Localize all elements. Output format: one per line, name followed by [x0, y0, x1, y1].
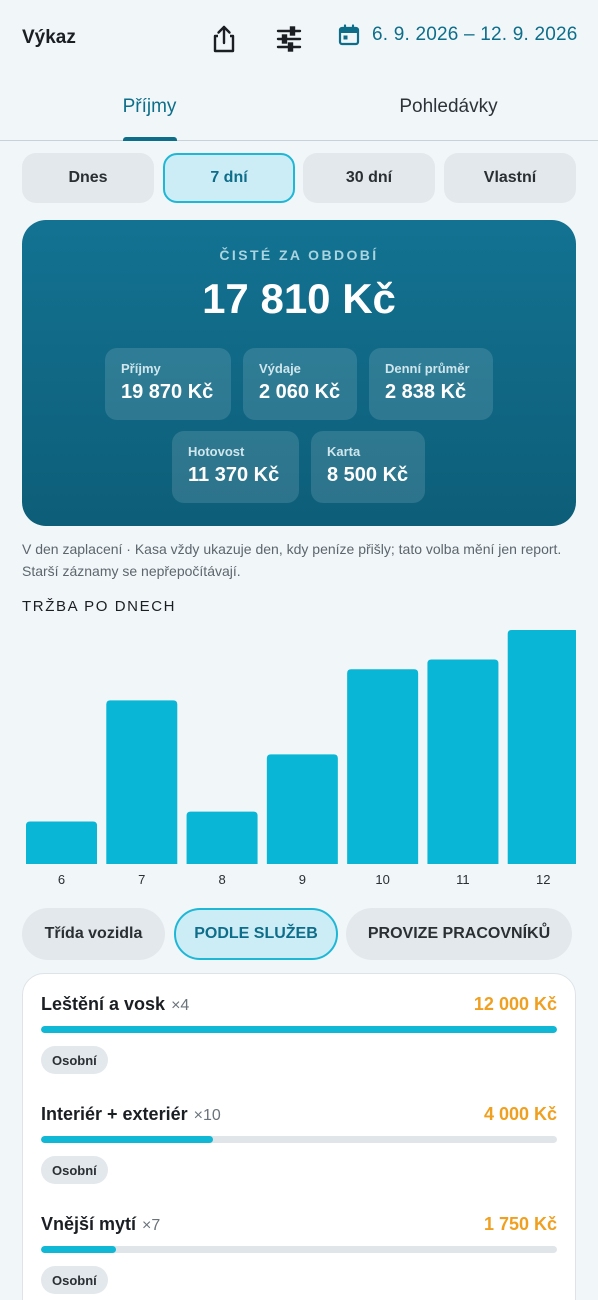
- list-item[interactable]: Leštění a vosk ×4 12 000 Kč Osobní: [41, 974, 557, 1074]
- stat-value: 11 370 Kč: [188, 464, 280, 486]
- chart-bar-12[interactable]: [507, 630, 576, 864]
- service-progress-bar: [41, 1136, 557, 1143]
- top-bar: Výkaz 6. 9. 2026 – 12. 9. 2026: [0, 0, 598, 78]
- service-progress-fill: [41, 1026, 557, 1033]
- date-range-text: 6. 9. 2026 – 12. 9. 2026: [372, 24, 578, 45]
- report-note: V den zaplacení · Kasa vždy ukazuje den,…: [22, 541, 562, 579]
- stat-label: Výdaje: [259, 361, 301, 376]
- chart-tick-label: 6: [58, 872, 65, 887]
- vehicle-class-tag: Osobní: [41, 1046, 108, 1074]
- share-icon: [213, 25, 235, 53]
- stat-label: Příjmy: [121, 361, 161, 376]
- list-item[interactable]: Interiér + exteriér ×10 4 000 Kč Osobní: [41, 1084, 557, 1184]
- services-list: Leštění a vosk ×4 12 000 Kč Osobní Interi…: [22, 973, 576, 1300]
- stat-label: Hotovost: [188, 444, 245, 459]
- share-button[interactable]: [207, 22, 241, 56]
- chart-bar-8[interactable]: [186, 811, 258, 864]
- net-value: 17 810 Kč: [202, 275, 396, 322]
- tab-income[interactable]: Příjmy: [0, 96, 299, 118]
- service-progress-fill: [41, 1136, 213, 1143]
- group-worker-commission-button[interactable]: PROVIZE PRACOVNÍKŮ: [346, 908, 572, 960]
- service-amount: 4 000 Kč: [483, 1104, 557, 1124]
- summary-card: ČISTÉ ZA OBDOBÍ 17 810 Kč Příjmy 19 870 …: [22, 220, 576, 526]
- stat-label: Denní průměr: [385, 361, 470, 376]
- group-vehicle-class-button[interactable]: Třída vozidla: [22, 908, 165, 960]
- service-amount: 12 000 Kč: [473, 994, 557, 1014]
- date-range-picker[interactable]: 6. 9. 2026 – 12. 9. 2026: [338, 24, 578, 46]
- stat-value: 19 870 Kč: [121, 381, 214, 403]
- chart-canvas: 6 7 8 9 10 11 12: [26, 630, 576, 887]
- stat-value: 2 838 Kč: [385, 381, 467, 403]
- service-name: Vnější mytí ×7: [41, 1214, 161, 1234]
- chart-bar-9[interactable]: [266, 754, 338, 864]
- chart-bar-10[interactable]: [347, 669, 419, 864]
- stat-value: 2 060 Kč: [259, 381, 341, 403]
- period-7-days-button[interactable]: 7 dní: [163, 153, 295, 203]
- report-tabs: Příjmy Pohledávky: [0, 78, 598, 141]
- stat-card: Karta 8 500 Kč: [311, 431, 425, 503]
- sliders-icon: [276, 26, 302, 52]
- vehicle-class-tag: Osobní: [41, 1266, 108, 1294]
- service-count: ×4: [171, 997, 190, 1014]
- chart-bar-11[interactable]: [427, 659, 499, 864]
- chart-bar-6[interactable]: [26, 821, 97, 864]
- chart-tick-label: 12: [536, 872, 550, 887]
- revenue-bar-chart: 6 7 8 9 10 11 12: [22, 625, 576, 893]
- stat-value: 8 500 Kč: [327, 464, 409, 486]
- chart-tick-label: 8: [218, 872, 225, 887]
- stat-daily-average: Denní průměr 2 838 Kč: [369, 348, 493, 420]
- tab-receivables[interactable]: Pohledávky: [299, 96, 598, 118]
- chart-tick-label: 9: [299, 872, 306, 887]
- service-name: Interiér + exteriér ×10: [41, 1104, 221, 1124]
- service-progress-bar: [41, 1246, 557, 1253]
- active-tab-indicator: [123, 137, 177, 141]
- stat-expenses: Výdaje 2 060 Kč: [243, 348, 357, 420]
- group-by-services-button[interactable]: PODLE SLUŽEB: [174, 908, 338, 960]
- grouping-selector: Třída vozidla PODLE SLUŽEB PROVIZE PRACO…: [22, 908, 598, 960]
- chart-tick-label: 10: [375, 872, 389, 887]
- period-today-button[interactable]: Dnes: [22, 153, 154, 203]
- page-title: Výkaz: [22, 27, 76, 48]
- chart-bar-7[interactable]: [106, 700, 178, 864]
- stat-cash: Hotovost 11 370 Kč: [172, 431, 299, 503]
- filters-button[interactable]: [272, 22, 306, 56]
- calendar-icon: [338, 24, 360, 46]
- stat-label: Karta: [327, 444, 361, 459]
- list-item[interactable]: Vnější mytí ×7 1 750 Kč Osobní: [41, 1194, 557, 1294]
- vehicle-class-tag: Osobní: [41, 1156, 108, 1184]
- service-name: Leštění a vosk ×4: [41, 994, 190, 1014]
- chart-tick-label: 7: [138, 872, 145, 887]
- service-amount: 1 750 Kč: [483, 1214, 557, 1234]
- service-progress-bar: [41, 1026, 557, 1033]
- service-count: ×10: [193, 1107, 221, 1124]
- period-selector: Dnes 7 dní 30 dní Vlastní: [22, 153, 576, 203]
- chart-tick-label: 11: [456, 872, 470, 887]
- service-progress-fill: [41, 1246, 117, 1253]
- stat-income: Příjmy 19 870 Kč: [105, 348, 231, 420]
- period-custom-button[interactable]: Vlastní: [444, 153, 576, 203]
- period-30-days-button[interactable]: 30 dní: [303, 153, 435, 203]
- net-label: ČISTÉ ZA OBDOBÍ: [219, 247, 379, 263]
- service-count: ×7: [142, 1217, 161, 1234]
- revenue-section-title: TRŽBA PO DNECH: [22, 598, 177, 615]
